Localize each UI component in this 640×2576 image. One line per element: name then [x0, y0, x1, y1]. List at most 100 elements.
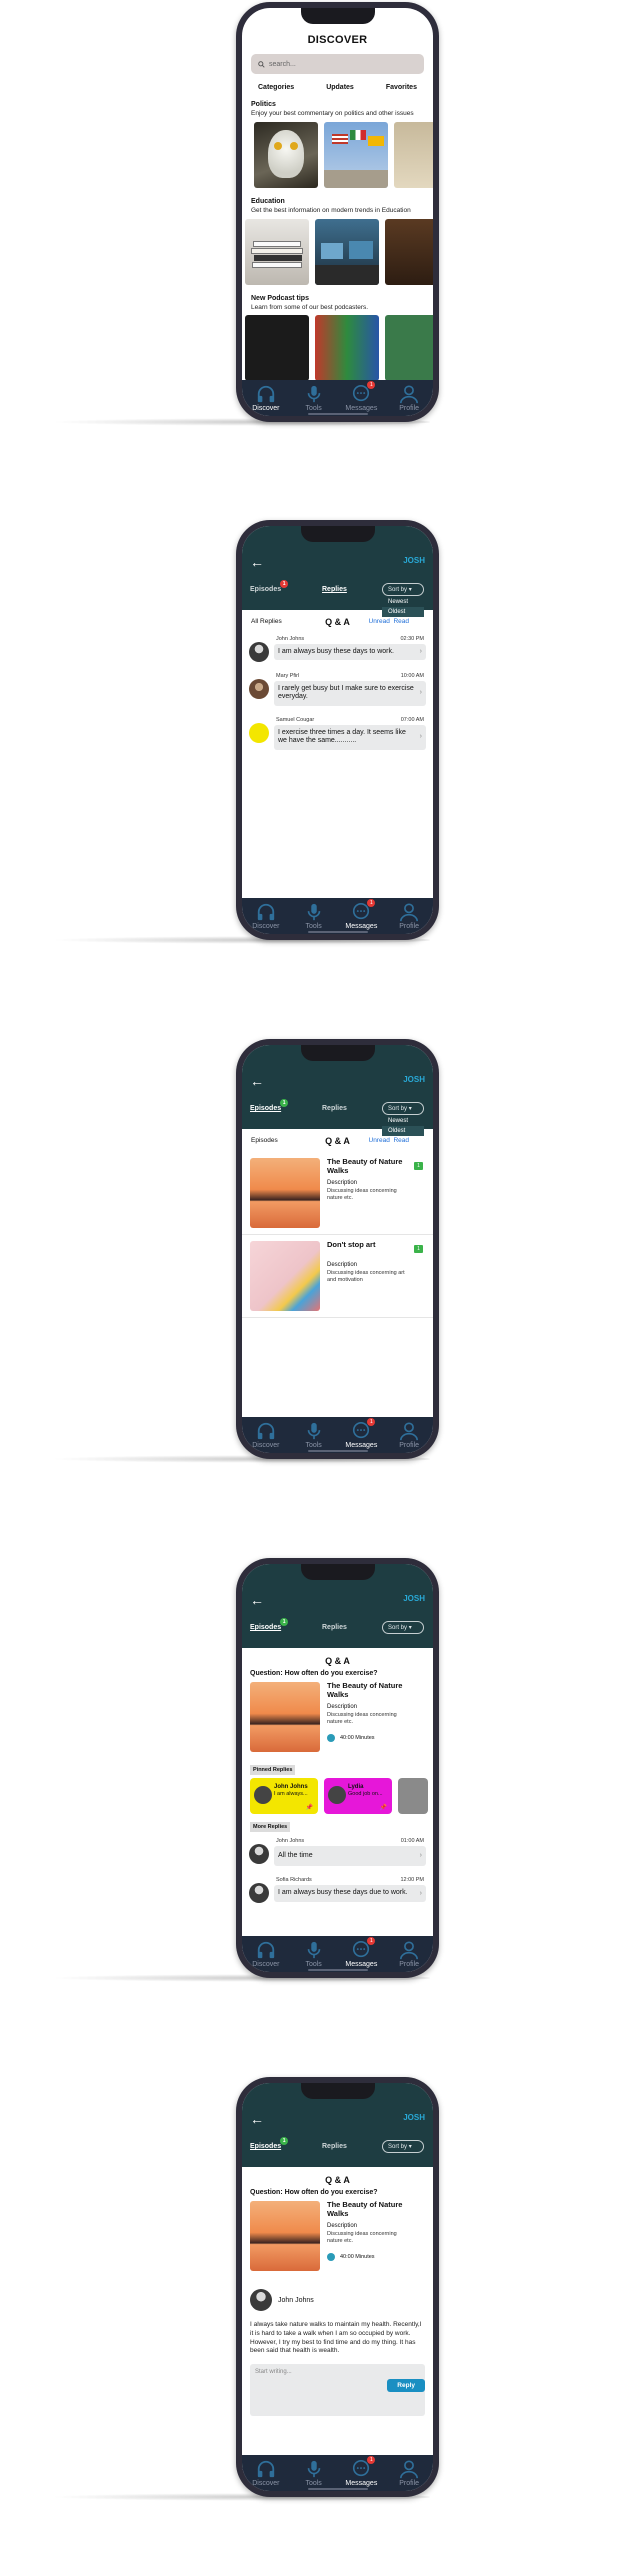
sort-dropdown[interactable]: Sort by ▾	[382, 583, 424, 596]
sort-dropdown[interactable]: Sort by ▾	[382, 2140, 424, 2153]
list-item[interactable]: Mary Pfirl 10:00 AM I rarely get busy but…	[242, 670, 433, 709]
nav-discover[interactable]: Discover	[246, 1421, 286, 1449]
sort-label: Sort by	[388, 2144, 408, 2150]
user-icon	[400, 385, 419, 404]
nav-profile[interactable]: Profile	[389, 1421, 429, 1449]
pinned-reply[interactable]: Lydia Good job on... 📌	[324, 1778, 392, 1814]
reply-author: Sofia Richards	[276, 1877, 312, 1884]
page-title: DISCOVER	[307, 34, 368, 46]
filter-unread[interactable]: Unread	[369, 618, 390, 625]
username[interactable]: JOSH	[403, 2113, 425, 2122]
phone-question: ← JOSH Episodes 1 Replies Sort by ▾ Q & …	[236, 1558, 439, 1978]
nav-messages[interactable]: 1 Messages	[341, 1937, 381, 1968]
pinned-reply[interactable]	[398, 1778, 428, 1814]
filter-read[interactable]: Read	[393, 618, 409, 625]
nav-discover[interactable]: Discover	[246, 2459, 286, 2487]
nav-label: Messages	[345, 2480, 378, 2487]
episode-item[interactable]: The Beauty of Nature Walks Description D…	[242, 1152, 433, 1235]
books-image[interactable]	[245, 218, 309, 285]
podcast-tip-image-1[interactable]	[245, 315, 309, 382]
podcast-tip-image-3[interactable]	[385, 315, 433, 382]
classroom-image[interactable]	[315, 218, 379, 285]
tab-replies[interactable]: Replies	[322, 586, 347, 593]
sort-option-oldest[interactable]: Oldest	[382, 1126, 424, 1136]
filter-read[interactable]: Read	[393, 1137, 409, 1144]
filter-label: All Replies	[251, 618, 282, 625]
tab-replies[interactable]: Replies	[322, 1624, 347, 1631]
tab-updates[interactable]: Updates	[326, 84, 354, 91]
back-arrow-icon[interactable]: ←	[250, 1073, 264, 1089]
sort-option-oldest[interactable]: Oldest	[382, 607, 424, 617]
nav-discover[interactable]: Discover	[246, 1940, 286, 1968]
list-item[interactable]: John Johns 01:00 AM All the time ›	[242, 1835, 433, 1869]
search-input[interactable]: search...	[251, 54, 424, 74]
list-item[interactable]: John Johns 02:30 PM I am always busy thes…	[242, 633, 433, 665]
nav-tools[interactable]: Tools	[294, 902, 334, 930]
tab-replies[interactable]: Replies	[322, 1105, 347, 1112]
reply-text: I rarely get busy but I make sure to exe…	[278, 685, 414, 701]
nav-discover[interactable]: Discover	[246, 384, 286, 412]
microphone-icon	[307, 2460, 320, 2478]
sort-dropdown[interactable]: Sort by ▾	[382, 1621, 424, 1634]
nav-profile[interactable]: Profile	[389, 384, 429, 412]
nav-label: Profile	[399, 405, 420, 412]
nav-messages[interactable]: 1 Messages	[341, 1418, 381, 1449]
headphones-icon	[257, 903, 275, 921]
tab-favorites[interactable]: Favorites	[386, 84, 417, 91]
education-image-3[interactable]	[385, 218, 433, 285]
reply-body: I always take nature walks to maintain m…	[250, 2321, 422, 2355]
list-item[interactable]: Samuel Cougar 07:00 AM I exercise three t…	[242, 714, 433, 753]
nav-profile[interactable]: Profile	[389, 2459, 429, 2487]
owl-image[interactable]	[254, 121, 318, 188]
headphones-icon	[257, 2460, 275, 2478]
flags-image[interactable]	[324, 121, 388, 188]
pinned-reply[interactable]: John Johns I am always... 📌	[250, 1778, 318, 1814]
reply-button[interactable]: Reply	[387, 2379, 425, 2392]
politics-image-3[interactable]	[394, 121, 433, 188]
nav-tools[interactable]: Tools	[294, 1421, 334, 1449]
sort-option-newest[interactable]: Newest	[382, 1116, 424, 1126]
username[interactable]: JOSH	[403, 556, 425, 565]
category-tabs: Categories Updates Favorites	[242, 84, 433, 91]
nav-label: Tools	[305, 1961, 322, 1968]
list-item[interactable]: Sofia Richards 12:00 PM I am always busy …	[242, 1874, 433, 1906]
tab-episodes[interactable]: Episodes 1	[250, 580, 289, 593]
filter-unread[interactable]: Unread	[369, 1137, 390, 1144]
episode-card[interactable]: The Beauty of Nature Walks Description D…	[242, 2196, 433, 2277]
tab-categories[interactable]: Categories	[258, 84, 294, 91]
podcast-tip-image-2[interactable]	[315, 315, 379, 382]
nav-discover[interactable]: Discover	[246, 902, 286, 930]
sort-option-newest[interactable]: Newest	[382, 597, 424, 607]
tab-episodes[interactable]: Episodes 1	[250, 1618, 289, 1631]
nav-messages[interactable]: 1 Messages	[341, 381, 381, 412]
description-label: Description	[327, 2223, 358, 2230]
tab-episodes[interactable]: Episodes 1	[250, 2137, 289, 2150]
username[interactable]: JOSH	[403, 1075, 425, 1084]
home-indicator	[307, 1969, 368, 1971]
episode-card[interactable]: The Beauty of Nature Walks Description D…	[242, 1677, 433, 1758]
search-placeholder: search...	[269, 60, 296, 68]
nav-messages[interactable]: 1 Messages	[341, 899, 381, 930]
sort-dropdown[interactable]: Sort by ▾	[382, 1102, 424, 1115]
back-arrow-icon[interactable]: ←	[250, 554, 264, 570]
nav-label: Profile	[399, 923, 420, 930]
more-replies-label: More Replies	[250, 1822, 291, 1832]
nav-tools[interactable]: Tools	[294, 384, 334, 412]
back-arrow-icon[interactable]: ←	[250, 2111, 264, 2127]
nav-tools[interactable]: Tools	[294, 2459, 334, 2487]
episode-item[interactable]: Don't stop art Description Discussing id…	[242, 1235, 433, 1318]
tab-replies[interactable]: Replies	[322, 2143, 347, 2150]
nav-tools[interactable]: Tools	[294, 1940, 334, 1968]
nav-profile[interactable]: Profile	[389, 1940, 429, 1968]
tab-episodes[interactable]: Episodes 1	[250, 1099, 289, 1112]
episodes-badge: 1	[280, 1099, 289, 1107]
nav-profile[interactable]: Profile	[389, 902, 429, 930]
headphones-icon	[257, 385, 275, 403]
duration-text: 40:00 Minutes	[340, 2254, 375, 2260]
username[interactable]: JOSH	[403, 1594, 425, 1603]
reply-text: I am always busy these days due to work.	[278, 1889, 408, 1897]
nav-messages[interactable]: 1 Messages	[341, 2456, 381, 2487]
nav-label: Messages	[345, 1442, 378, 1449]
back-arrow-icon[interactable]: ←	[250, 1592, 264, 1608]
sort-label: Sort by	[388, 587, 408, 593]
